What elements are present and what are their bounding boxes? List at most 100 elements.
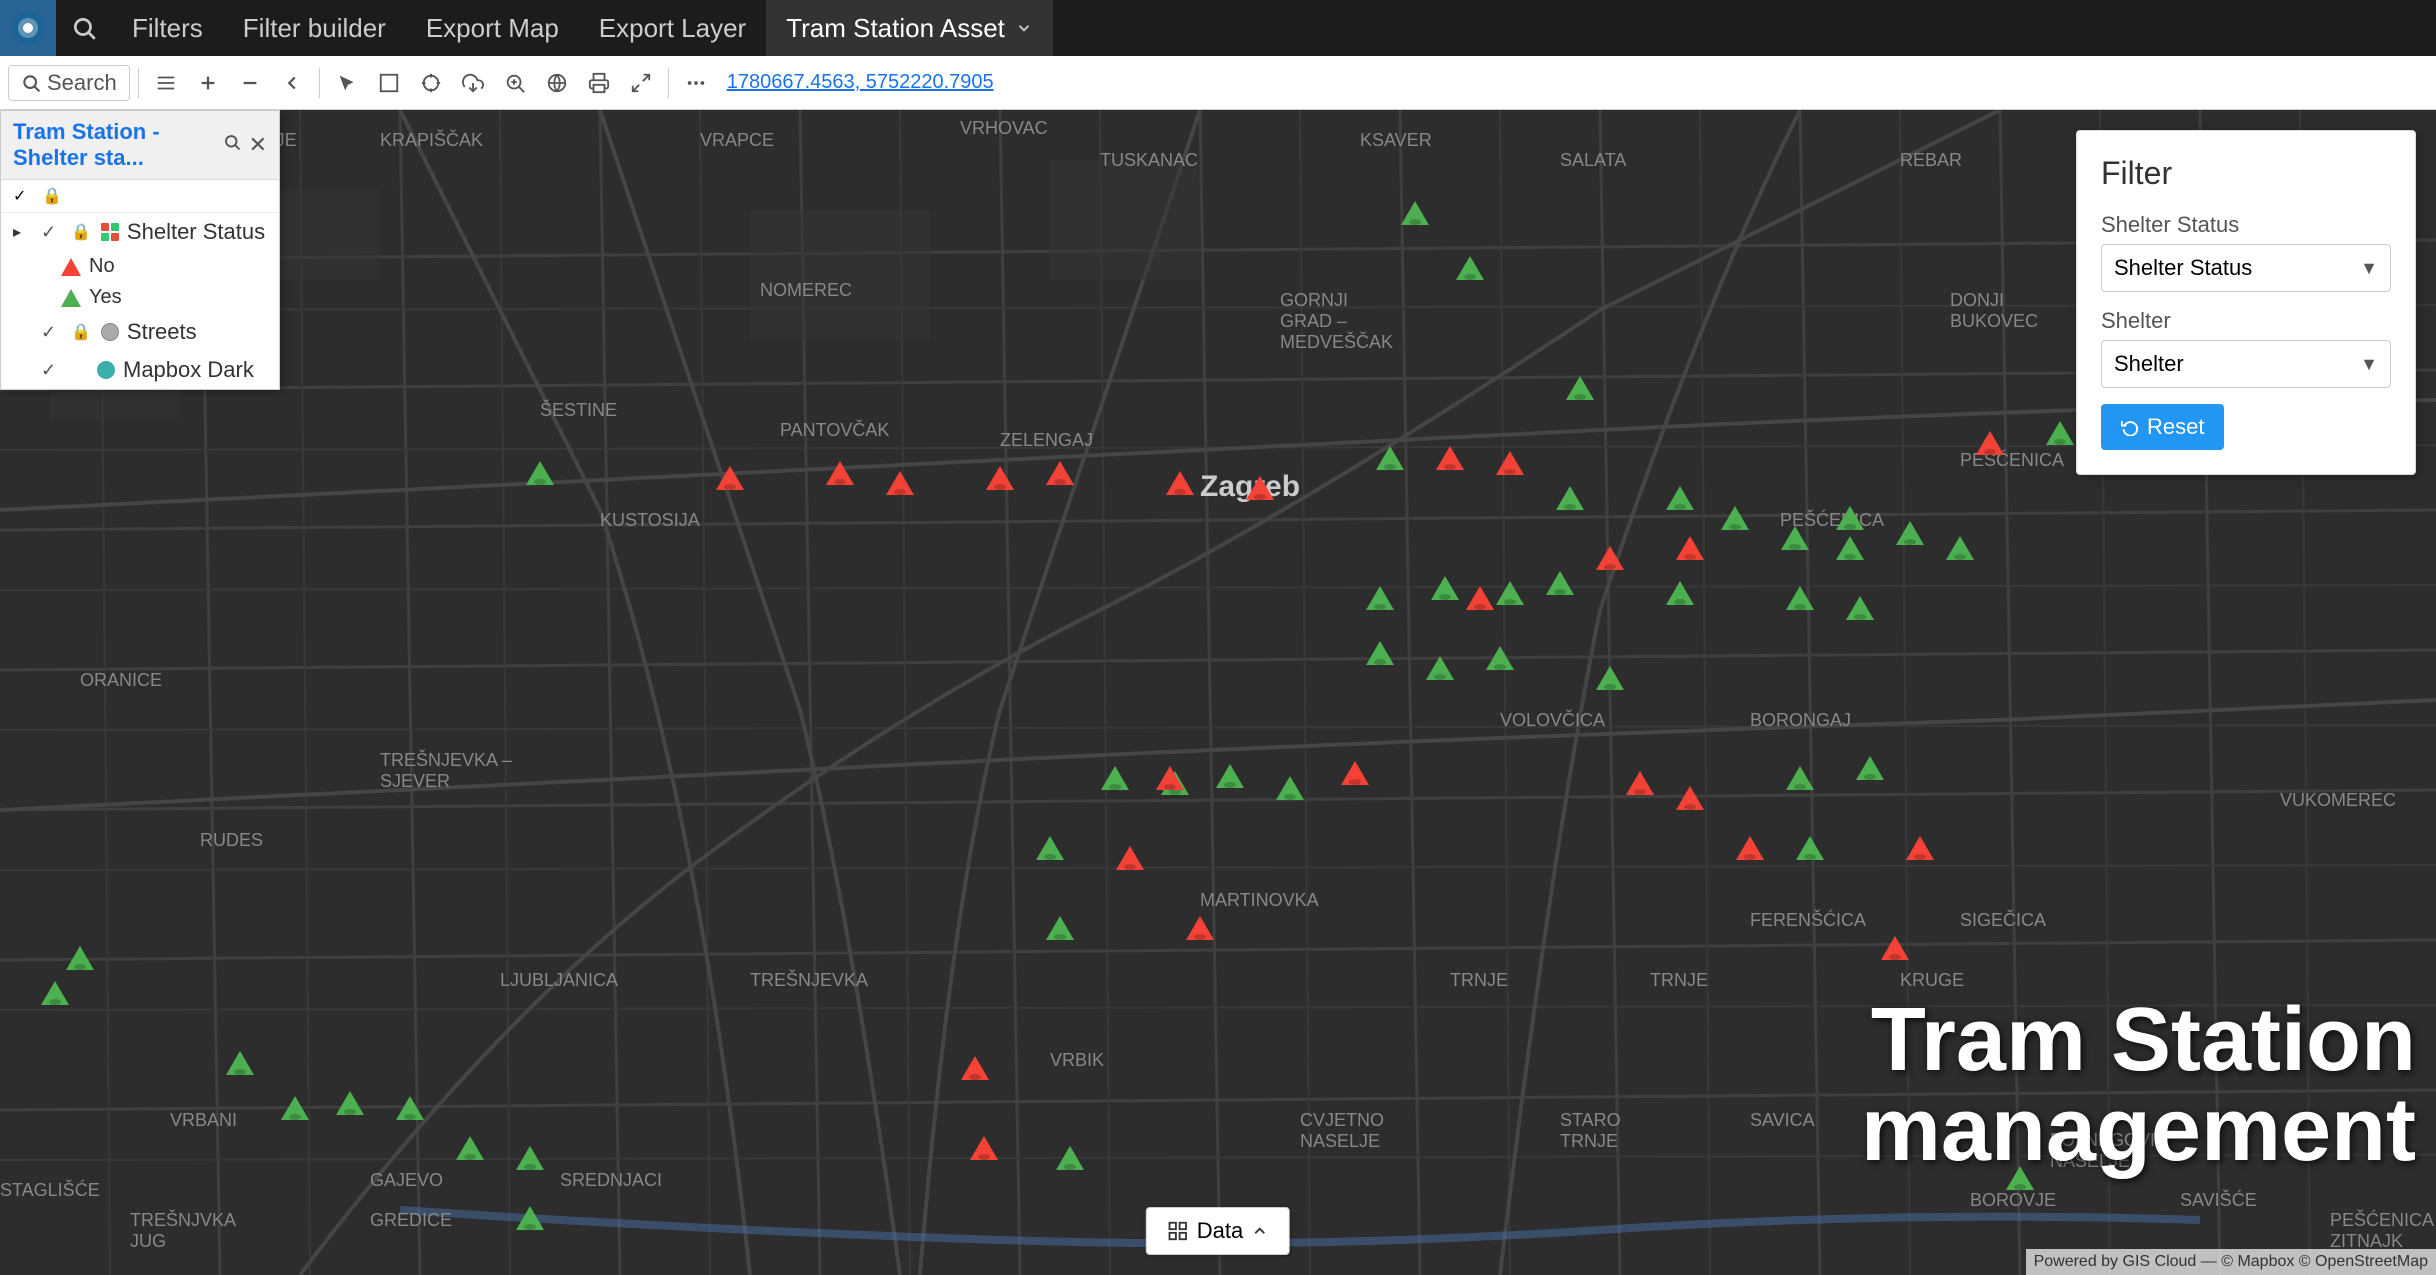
layer-item-streets[interactable]: ✓ 🔒 Streets [1, 313, 279, 351]
tram-marker-red-8[interactable] [1246, 476, 1274, 500]
tram-marker-red-11[interactable] [1676, 536, 1704, 560]
tram-marker-19[interactable] [1431, 576, 1459, 600]
fullscreen-tool[interactable] [622, 64, 660, 102]
tram-marker-red-9[interactable] [1436, 446, 1464, 470]
map-area[interactable]: ZAVSJE KRAPIŠČAK VRAPCE VRHOVAC TUSKANAC… [0, 110, 2436, 1275]
streets-check[interactable]: ✓ [41, 322, 61, 343]
tram-marker-5[interactable] [1566, 376, 1594, 400]
tram-marker-red-20[interactable] [1116, 846, 1144, 870]
tram-marker-15[interactable] [1836, 536, 1864, 560]
tram-marker-red-18[interactable] [1736, 836, 1764, 860]
layer-item-mapbox[interactable]: ✓ Mapbox Dark [1, 351, 279, 389]
tram-marker-red-2[interactable] [716, 466, 744, 490]
search-tool[interactable]: Search [8, 65, 130, 101]
tram-marker-18[interactable] [1366, 586, 1394, 610]
export-map-nav-button[interactable]: Export Map [406, 0, 579, 56]
layer-list-tool[interactable] [147, 64, 185, 102]
tram-marker-17[interactable] [1946, 536, 1974, 560]
tram-marker-31[interactable] [1216, 764, 1244, 788]
add-layer-tool[interactable] [189, 64, 227, 102]
tram-marker-9[interactable] [1376, 446, 1404, 470]
shelter-status-check[interactable]: ✓ [41, 222, 61, 243]
crosshair-tool[interactable] [412, 64, 450, 102]
tram-marker-red-17[interactable] [1676, 786, 1704, 810]
tram-marker-12[interactable] [1721, 506, 1749, 530]
tram-marker-14[interactable] [1836, 506, 1864, 530]
tram-marker-1[interactable] [1401, 201, 1429, 225]
tram-marker-red-5[interactable] [986, 466, 1014, 490]
tram-marker-24[interactable] [1846, 596, 1874, 620]
tram-marker-29[interactable] [1101, 766, 1129, 790]
lock-all-ctrl[interactable]: 🔒 [42, 186, 62, 206]
coordinates-display[interactable]: 1780667.4563, 5752220.7905 [727, 71, 994, 94]
tram-marker-41[interactable] [281, 1096, 309, 1120]
tram-marker-red-13[interactable] [1466, 586, 1494, 610]
layer-search-button[interactable] [223, 133, 241, 157]
tram-marker-40[interactable] [226, 1051, 254, 1075]
tram-marker-red-19[interactable] [1906, 836, 1934, 860]
tram-marker-8[interactable] [526, 461, 554, 485]
rectangle-tool[interactable] [370, 64, 408, 102]
tram-marker-7[interactable] [2046, 421, 2074, 445]
mapbox-check[interactable]: ✓ [41, 360, 61, 381]
tram-marker-37[interactable] [1046, 916, 1074, 940]
tram-marker-42[interactable] [336, 1091, 364, 1115]
download-tool[interactable] [454, 64, 492, 102]
layer-panel-close[interactable]: ✕ [249, 132, 267, 158]
tram-marker-32[interactable] [1276, 776, 1304, 800]
tram-marker-26[interactable] [1426, 656, 1454, 680]
tram-marker-red-3[interactable] [826, 461, 854, 485]
export-layer-nav-button[interactable]: Export Layer [579, 0, 766, 56]
tram-marker-23[interactable] [1786, 586, 1814, 610]
tram-marker-43[interactable] [396, 1096, 424, 1120]
tram-marker-11[interactable] [1666, 486, 1694, 510]
tram-marker-47[interactable] [516, 1206, 544, 1230]
tram-marker-38[interactable] [66, 946, 94, 970]
tram-marker-red-23[interactable] [1881, 936, 1909, 960]
layer-item-shelter-status[interactable]: ▸ ✓ 🔒 Shelter Status [1, 213, 279, 251]
tram-marker-red-4[interactable] [886, 471, 914, 495]
tram-marker-27[interactable] [1486, 646, 1514, 670]
tram-marker-39[interactable] [41, 981, 69, 1005]
tram-marker-16[interactable] [1896, 521, 1924, 545]
filter-select-2[interactable]: Shelter ▼ [2101, 340, 2391, 388]
tram-station-dropdown[interactable]: Tram Station Asset [766, 0, 1053, 56]
tram-marker-34[interactable] [1856, 756, 1884, 780]
filter-builder-nav-button[interactable]: Filter builder [223, 0, 406, 56]
print-tool[interactable] [580, 64, 618, 102]
more-tools[interactable] [677, 64, 715, 102]
tram-marker-red-24[interactable] [961, 1056, 989, 1080]
tram-marker-red-10[interactable] [1496, 451, 1524, 475]
tram-marker-red-25[interactable] [970, 1136, 998, 1160]
tram-marker-2[interactable] [1456, 256, 1484, 280]
tram-marker-20[interactable] [1496, 581, 1524, 605]
tram-marker-red-1[interactable] [1976, 431, 2004, 455]
tram-marker-10[interactable] [1556, 486, 1584, 510]
filter-reset-button[interactable]: Reset [2101, 404, 2224, 450]
tram-marker-red-6[interactable] [1046, 461, 1074, 485]
tram-marker-45[interactable] [516, 1146, 544, 1170]
tram-marker-48[interactable] [2006, 1166, 2034, 1190]
zoom-tool[interactable] [496, 64, 534, 102]
tram-marker-red-7[interactable] [1166, 471, 1194, 495]
tram-marker-44[interactable] [456, 1136, 484, 1160]
pointer-tool[interactable] [328, 64, 366, 102]
tram-marker-red-15[interactable] [1341, 761, 1369, 785]
check-all-ctrl[interactable]: ✓ [13, 186, 26, 206]
tram-marker-36[interactable] [1796, 836, 1824, 860]
filter-select-1[interactable]: Shelter Status ▼ [2101, 244, 2391, 292]
search-nav-button[interactable] [56, 0, 112, 56]
tram-marker-46[interactable] [1056, 1146, 1084, 1170]
tram-marker-13[interactable] [1781, 526, 1809, 550]
filters-nav-button[interactable]: Filters [112, 0, 223, 56]
tram-marker-red-12[interactable] [1596, 546, 1624, 570]
tram-marker-28[interactable] [1596, 666, 1624, 690]
tram-marker-35[interactable] [1036, 836, 1064, 860]
remove-layer-tool[interactable] [231, 64, 269, 102]
tram-marker-red-22[interactable] [1186, 916, 1214, 940]
tram-marker-21[interactable] [1546, 571, 1574, 595]
data-button[interactable]: Data [1146, 1207, 1290, 1255]
collapse-tool[interactable] [273, 64, 311, 102]
tram-marker-25[interactable] [1366, 641, 1394, 665]
tram-marker-red-16[interactable] [1626, 771, 1654, 795]
